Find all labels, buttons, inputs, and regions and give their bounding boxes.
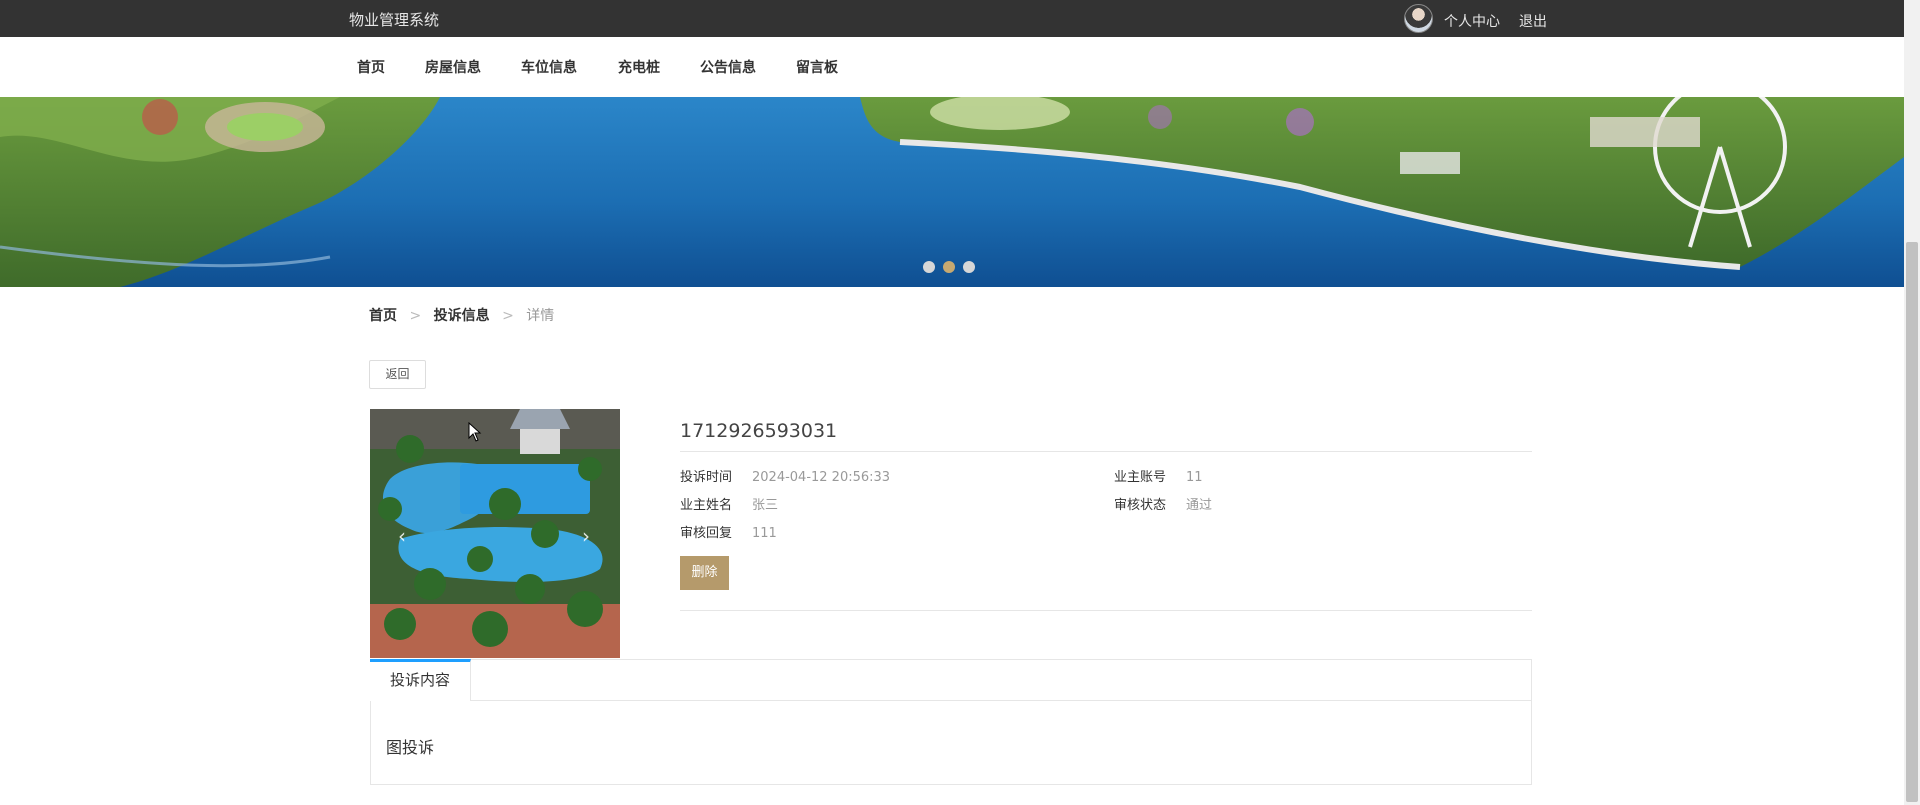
nav-item-home[interactable]: 首页 [357,57,385,77]
owner-account-field: 业主账号 11 [1114,466,1203,485]
field-value: 张三 [752,498,779,513]
field-value: 11 [1186,470,1203,485]
breadcrumb-home[interactable]: 首页 [369,308,397,324]
field-value: 通过 [1186,498,1213,513]
delete-button[interactable]: 删除 [680,556,729,590]
review-reply-field: 审核回复 111 [680,522,777,541]
breadcrumb-separator: > [502,308,514,324]
breadcrumb-complaints[interactable]: 投诉信息 [434,308,490,324]
image-next-arrow[interactable]: › [582,524,590,548]
tab-header: 投诉内容 [370,659,1531,701]
review-status-field: 审核状态 通过 [1114,494,1212,513]
field-label: 审核回复 [680,526,733,541]
nav-item-charging[interactable]: 充电桩 [618,57,660,77]
carousel-dot-3[interactable] [963,261,975,273]
tab-content: 图投诉 [386,738,435,757]
image-prev-arrow[interactable]: ‹ [398,524,406,548]
back-button[interactable]: 返回 [369,360,426,389]
profile-link[interactable]: 个人中心 [1444,11,1500,31]
field-label: 审核状态 [1114,498,1167,513]
nav-item-messages[interactable]: 留言板 [796,57,838,77]
logout-link[interactable]: 退出 [1519,11,1547,31]
breadcrumb-current: 详情 [526,308,555,324]
banner-image [0,97,1904,287]
scrollbar-thumb[interactable] [1906,242,1918,802]
field-label: 业主姓名 [680,498,733,513]
banner-carousel[interactable] [0,97,1904,287]
field-value: 111 [752,526,777,541]
nav-item-parking[interactable]: 车位信息 [521,57,577,77]
divider [680,451,1532,452]
field-label: 投诉时间 [680,470,733,485]
owner-name-field: 业主姓名 张三 [680,494,778,513]
app-title: 物业管理系统 [349,11,440,29]
nav-item-notices[interactable]: 公告信息 [700,57,756,77]
user-avatar[interactable] [1404,4,1433,33]
main-nav: 首页 房屋信息 车位信息 充电桩 公告信息 留言板 [0,37,1904,97]
nav-item-houses[interactable]: 房屋信息 [425,57,481,77]
top-bar: 物业管理系统 个人中心 退出 [0,0,1904,37]
breadcrumb-separator: > [409,308,422,324]
field-value: 2024-04-12 20:56:33 [752,470,891,485]
breadcrumb: 首页 > 投诉信息 > 详情 [369,305,562,325]
complaint-title: 1712926593031 [680,420,838,442]
carousel-dot-1[interactable] [923,261,935,273]
carousel-dot-2[interactable] [943,261,955,273]
detail-tabs: 投诉内容 图投诉 [370,659,1532,785]
field-label: 业主账号 [1114,470,1167,485]
complaint-time-field: 投诉时间 2024-04-12 20:56:33 [680,466,890,485]
divider [680,610,1532,611]
page-scrollbar[interactable] [1904,0,1920,805]
tab-complaint-content[interactable]: 投诉内容 [370,659,471,701]
mouse-cursor-icon [468,422,482,442]
complaint-image-carousel[interactable]: ‹ › [370,409,620,658]
